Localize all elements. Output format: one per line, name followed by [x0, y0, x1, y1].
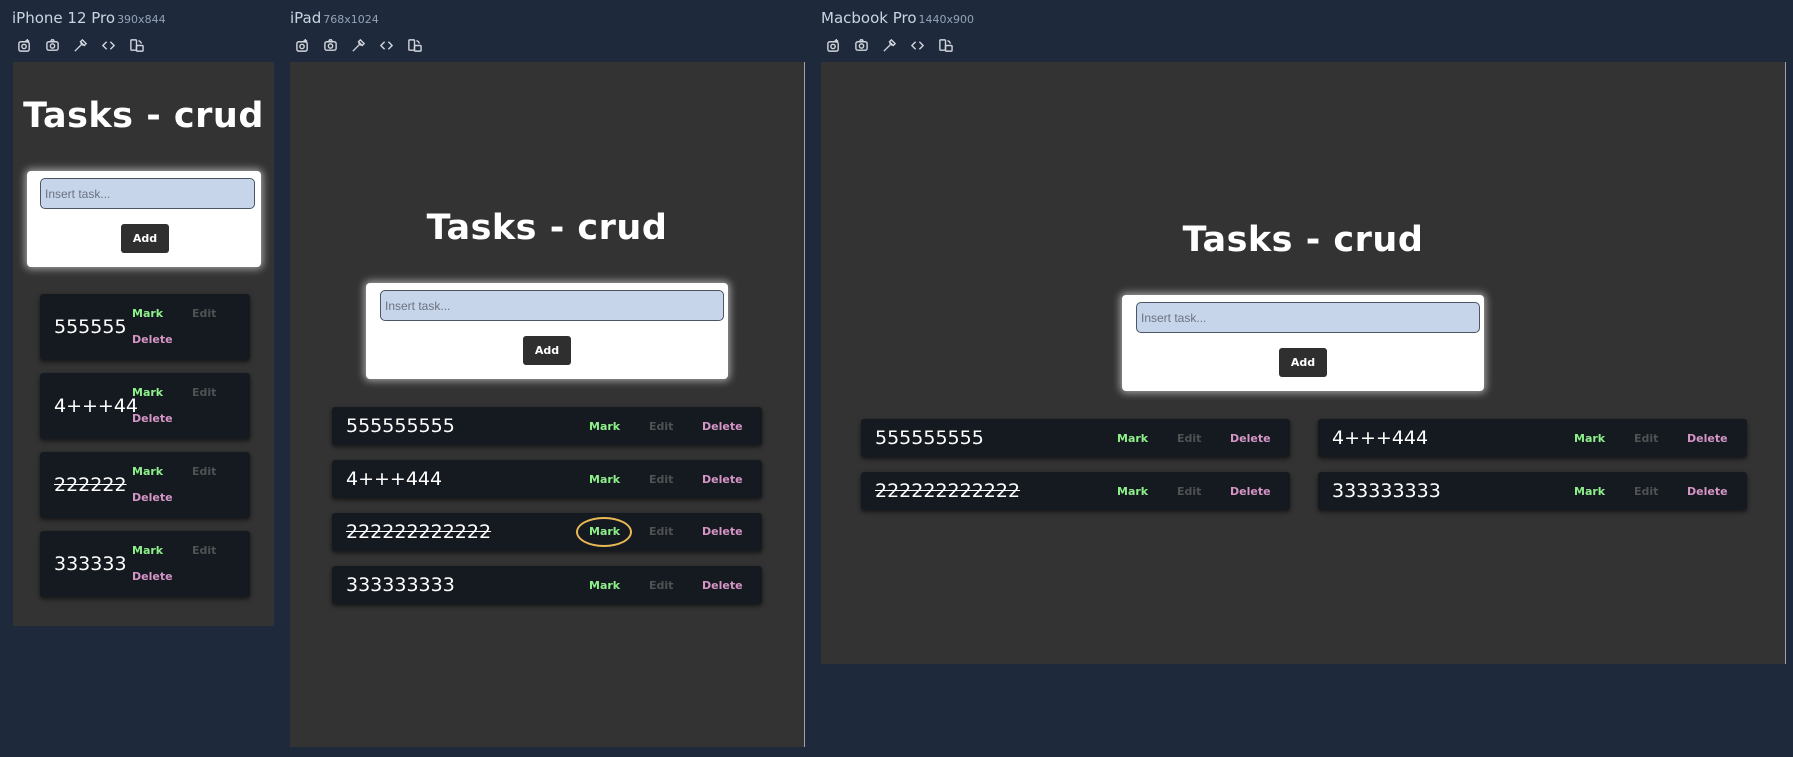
camera-icon[interactable] [43, 36, 62, 55]
task-item: 555555555 Mark Edit Delete [861, 419, 1290, 457]
ipad-viewport: Tasks - crud Add 555555555 Mark Edit Del… [290, 62, 804, 747]
task-text: 333333 [54, 553, 127, 575]
code-icon[interactable] [99, 36, 118, 55]
mark-button[interactable]: Mark [132, 307, 163, 320]
add-button[interactable]: Add [121, 224, 169, 253]
add-button[interactable]: Add [523, 336, 571, 365]
task-item: 333333333 Mark Edit Delete [1318, 472, 1747, 510]
screenshot-full-icon[interactable] [15, 36, 34, 55]
edit-button[interactable]: Edit [649, 420, 673, 433]
edit-button[interactable]: Edit [1634, 432, 1658, 445]
delete-button[interactable]: Delete [702, 473, 743, 486]
delete-button[interactable]: Delete [132, 570, 173, 583]
device-title-ipad: iPad 768x1024 [290, 9, 379, 27]
task-text: 333333333 [1332, 480, 1441, 502]
task-input[interactable] [1136, 302, 1480, 333]
task-text: 222222222222 [346, 521, 492, 543]
task-text: 4+++444 [1332, 427, 1429, 449]
mark-button[interactable]: Mark [1574, 432, 1605, 445]
task-input[interactable] [380, 290, 724, 321]
task-form: Add [366, 283, 728, 379]
task-item: 222222222222 Mark Edit Delete [332, 513, 762, 551]
edit-button[interactable]: Edit [649, 579, 673, 592]
delete-button[interactable]: Delete [1230, 485, 1271, 498]
delete-button[interactable]: Delete [1687, 432, 1728, 445]
page-title: Tasks - crud [426, 208, 668, 248]
device-toolbar-macbook [824, 36, 955, 55]
eyedropper-icon[interactable] [71, 36, 90, 55]
mark-button[interactable]: Mark [1574, 485, 1605, 498]
delete-button[interactable]: Delete [702, 525, 743, 538]
page-title: Tasks - crud [1182, 220, 1424, 260]
macbook-viewport: Tasks - crud Add 555555555 Mark Edit Del… [821, 62, 1785, 664]
task-form: Add [1122, 295, 1484, 391]
mark-button[interactable]: Mark [589, 525, 620, 538]
edit-button[interactable]: Edit [1177, 432, 1201, 445]
task-text: 333333333 [346, 574, 455, 596]
edit-button[interactable]: Edit [192, 386, 216, 399]
task-item: 4+++444 Mark Edit Delete [332, 460, 762, 498]
mark-button[interactable]: Mark [132, 465, 163, 478]
mark-button[interactable]: Mark [132, 386, 163, 399]
mark-button[interactable]: Mark [1117, 485, 1148, 498]
device-title-iphone: iPhone 12 Pro 390x844 [12, 9, 166, 27]
task-text: 555555555 [346, 415, 455, 437]
code-icon[interactable] [908, 36, 927, 55]
edit-button[interactable]: Edit [1634, 485, 1658, 498]
device-toolbar-iphone [15, 36, 146, 55]
mark-button[interactable]: Mark [132, 544, 163, 557]
edit-button[interactable]: Edit [649, 525, 673, 538]
frame-divider [804, 62, 805, 747]
edit-button[interactable]: Edit [1177, 485, 1201, 498]
rotate-device-icon[interactable] [127, 36, 146, 55]
frame-divider [1785, 62, 1786, 664]
edit-button[interactable]: Edit [192, 544, 216, 557]
mark-button[interactable]: Mark [1117, 432, 1148, 445]
delete-button[interactable]: Delete [132, 333, 173, 346]
edit-button[interactable]: Edit [192, 465, 216, 478]
task-form: Add [27, 171, 261, 267]
delete-button[interactable]: Delete [702, 420, 743, 433]
eyedropper-icon[interactable] [880, 36, 899, 55]
task-text: 4+++44 [54, 395, 139, 417]
task-item: 333333333 Mark Edit Delete [332, 566, 762, 604]
mark-button[interactable]: Mark [589, 579, 620, 592]
iphone-viewport: Tasks - crud Add 555555 Mark Edit Delete… [13, 62, 274, 626]
page-title: Tasks - crud [23, 96, 264, 136]
task-text: 555555 [54, 316, 127, 338]
edit-button[interactable]: Edit [192, 307, 216, 320]
eyedropper-icon[interactable] [349, 36, 368, 55]
add-button[interactable]: Add [1279, 348, 1327, 377]
task-text: 4+++444 [346, 468, 443, 490]
rotate-device-icon[interactable] [936, 36, 955, 55]
task-item: 333333 Mark Edit Delete [40, 531, 250, 597]
delete-button[interactable]: Delete [702, 579, 743, 592]
delete-button[interactable]: Delete [132, 491, 173, 504]
task-text: 555555555 [875, 427, 984, 449]
code-icon[interactable] [377, 36, 396, 55]
task-item: 555555555 Mark Edit Delete [332, 407, 762, 445]
device-title-macbook: Macbook Pro 1440x900 [821, 9, 975, 27]
mark-button[interactable]: Mark [589, 473, 620, 486]
task-text: 222222222222 [875, 480, 1021, 502]
delete-button[interactable]: Delete [1230, 432, 1271, 445]
rotate-device-icon[interactable] [405, 36, 424, 55]
device-toolbar-ipad [293, 36, 424, 55]
task-item: 4+++44 Mark Edit Delete [40, 373, 250, 439]
screenshot-full-icon[interactable] [824, 36, 843, 55]
screenshot-full-icon[interactable] [293, 36, 312, 55]
delete-button[interactable]: Delete [132, 412, 173, 425]
task-input[interactable] [40, 178, 255, 209]
edit-button[interactable]: Edit [649, 473, 673, 486]
task-item: 555555 Mark Edit Delete [40, 294, 250, 360]
camera-icon[interactable] [852, 36, 871, 55]
mark-button[interactable]: Mark [589, 420, 620, 433]
camera-icon[interactable] [321, 36, 340, 55]
task-item: 222222 Mark Edit Delete [40, 452, 250, 518]
delete-button[interactable]: Delete [1687, 485, 1728, 498]
task-text: 222222 [54, 474, 127, 496]
task-item: 4+++444 Mark Edit Delete [1318, 419, 1747, 457]
task-item: 222222222222 Mark Edit Delete [861, 472, 1290, 510]
